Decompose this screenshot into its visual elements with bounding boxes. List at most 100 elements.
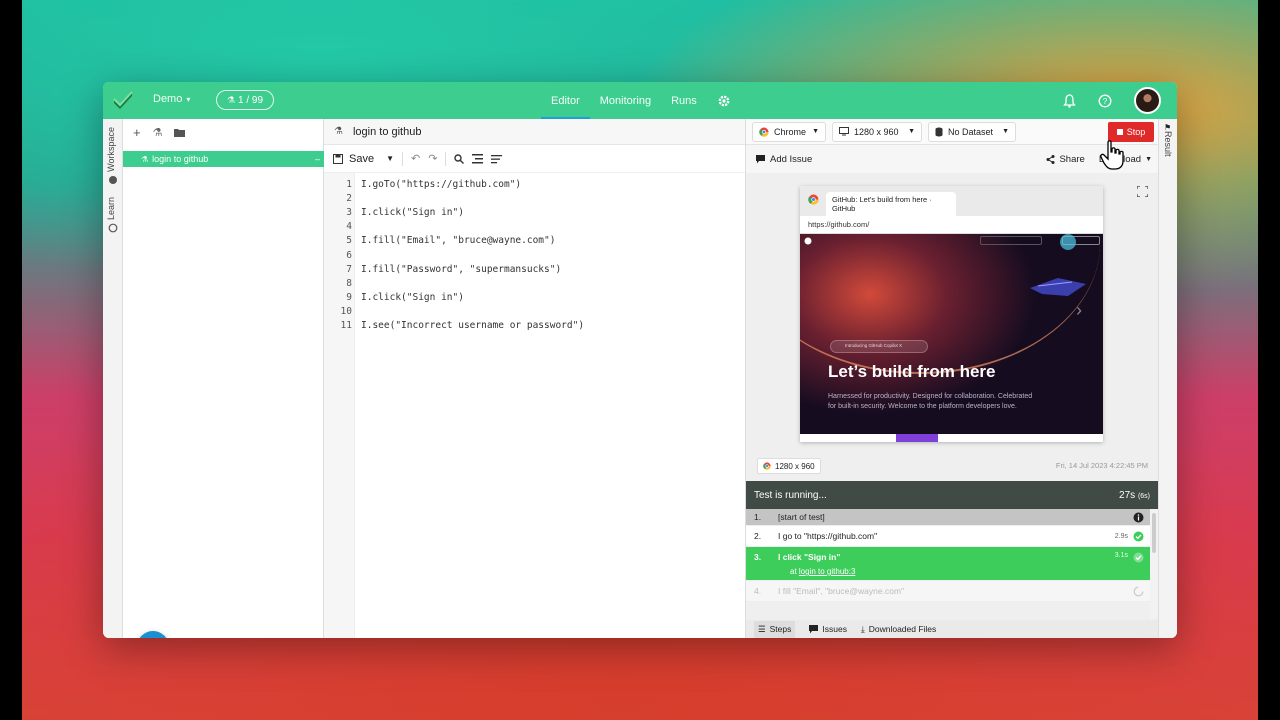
- add-issue-button[interactable]: Add Issue: [756, 154, 812, 165]
- preview-viewport: Introducing GitHub Copilot X Let’s build…: [800, 234, 1103, 442]
- rail-workspace[interactable]: Workspace: [106, 127, 116, 172]
- check-circle-icon: [1133, 531, 1144, 542]
- chevron-down-icon: ▼: [812, 128, 819, 135]
- gear-icon[interactable]: [717, 94, 731, 108]
- line-number: 5: [346, 235, 352, 247]
- step-index: 3.: [754, 552, 762, 562]
- help-icon[interactable]: ?: [1098, 94, 1112, 108]
- flask-icon[interactable]: ⚗: [153, 126, 163, 139]
- item-menu-icon[interactable]: –: [315, 154, 320, 164]
- resolution-badge: 1280 x 960: [757, 458, 821, 474]
- tests-count: 1 / 99: [238, 94, 264, 106]
- search-icon[interactable]: [454, 153, 465, 164]
- bell-icon[interactable]: [1063, 93, 1076, 108]
- code-text: I.see("Incorrect username or password"): [361, 320, 585, 331]
- elapsed-value: 27s: [1119, 489, 1136, 501]
- save-button[interactable]: Save ▼: [333, 153, 394, 165]
- code-line[interactable]: 2: [324, 193, 745, 207]
- step-row-active[interactable]: 3. I click "Sign in" 3.1s at login to gi…: [746, 547, 1150, 581]
- chevron-right-icon: ›: [1076, 300, 1082, 320]
- code-line[interactable]: 11 I.see("Incorrect username or password"…: [324, 320, 745, 334]
- check-circle-icon: [1133, 552, 1144, 563]
- browser-preview[interactable]: GitHub: Let's build from here · GitHub h…: [800, 186, 1103, 442]
- code-line[interactable]: 4: [324, 221, 745, 235]
- copilot-announcement: Introducing GitHub Copilot X: [830, 340, 928, 353]
- editor-toolbar: Save ▼ ↶ ↷: [324, 145, 745, 173]
- result-rail: ⚑ Result: [1158, 119, 1177, 638]
- code-line[interactable]: 7 I.fill("Password", "supermansucks"): [324, 264, 745, 278]
- step-text: [start of test]: [778, 512, 825, 522]
- tab-issues[interactable]: Issues: [809, 624, 847, 634]
- tests-count-pill[interactable]: ⚗ 1 / 99: [216, 90, 274, 110]
- avatar[interactable]: [1134, 87, 1161, 114]
- steps-scrollbar[interactable]: [1150, 509, 1158, 619]
- toolbar-divider: [445, 151, 447, 166]
- dataset-select[interactable]: No Dataset ▼: [928, 121, 1016, 142]
- share-label: Share: [1059, 153, 1085, 165]
- add-icon[interactable]: +: [133, 125, 141, 140]
- share-icon: [1046, 154, 1055, 164]
- tab-downloads-label: Downloaded Files: [868, 624, 937, 634]
- chevron-down-icon: ▼: [1145, 155, 1152, 163]
- resolution-value: 1280 x 960: [854, 126, 899, 137]
- tab-steps[interactable]: ☰ Steps: [754, 620, 796, 638]
- code-line[interactable]: 10: [324, 306, 745, 320]
- checkmark-logo-icon[interactable]: [112, 90, 134, 110]
- code-line[interactable]: 9 I.click("Sign in"): [324, 292, 745, 306]
- editor-title-bar: ⚗ login to github: [324, 119, 745, 145]
- step-row[interactable]: 1. [start of test]: [746, 509, 1150, 526]
- browser-name: Chrome: [774, 126, 807, 137]
- tab-monitoring[interactable]: Monitoring: [590, 82, 661, 119]
- svg-text:?: ?: [1103, 97, 1108, 106]
- code-line[interactable]: 5 I.fill("Email", "bruce@wayne.com"): [324, 235, 745, 249]
- code-area[interactable]: 1 I.goTo("https://github.com") 2 3 I.click("…: [324, 173, 745, 638]
- wrap-icon[interactable]: [491, 154, 503, 164]
- comment-icon: [756, 154, 765, 163]
- chevron-down-icon[interactable]: ▼: [386, 154, 394, 163]
- monitor-icon: [839, 127, 849, 136]
- add-issue-label: Add Issue: [770, 153, 813, 165]
- tab-editor[interactable]: Editor: [541, 82, 590, 119]
- code-line[interactable]: 8: [324, 278, 745, 292]
- resolution-select[interactable]: 1280 x 960 ▼: [832, 121, 922, 142]
- stop-button[interactable]: Stop: [1108, 122, 1154, 142]
- step-row[interactable]: 2. I go to "https://github.com" 2.9s: [746, 526, 1150, 547]
- code-text: I.goTo("https://github.com"): [361, 179, 522, 190]
- runner-bottom-tabs: ☰ Steps Issues ⤓ Downloaded Files: [746, 620, 1158, 638]
- chat-support-button[interactable]: [137, 631, 169, 638]
- code-line[interactable]: 3 I.click("Sign in"): [324, 207, 745, 221]
- tab-runs[interactable]: Runs: [661, 82, 707, 119]
- browser-select[interactable]: Chrome ▼: [752, 121, 826, 142]
- chevron-down-icon: ▼: [1002, 128, 1009, 135]
- fullscreen-icon[interactable]: [1137, 186, 1148, 197]
- steps-list: 1. [start of test] 2. I go to "https://g…: [746, 509, 1150, 602]
- scroll-thumb[interactable]: [1152, 513, 1156, 553]
- code-line[interactable]: 6: [324, 250, 745, 264]
- code-line[interactable]: 1 I.goTo("https://github.com"): [324, 179, 745, 193]
- rail-learn[interactable]: Learn: [106, 197, 116, 220]
- folder-icon[interactable]: [174, 128, 186, 137]
- comment-icon: [809, 624, 819, 633]
- save-icon: [333, 153, 343, 164]
- indent-icon[interactable]: [472, 153, 484, 164]
- step-row[interactable]: 4. I fill "Email", "bruce@wayne.com": [746, 581, 1150, 602]
- step-location-link[interactable]: login to github:3: [799, 567, 856, 576]
- tab-issues-label: Issues: [822, 624, 847, 634]
- redo-icon[interactable]: ↷: [428, 152, 437, 165]
- planet-horizon: [800, 234, 1100, 374]
- project-selector[interactable]: Demo ▾: [153, 93, 190, 105]
- github-navbar: [800, 234, 1103, 250]
- elapsed-time: 27s (6s): [1119, 490, 1150, 501]
- list-item[interactable]: ⚗ login to github –: [123, 151, 324, 167]
- runner-actions: Add Issue Share Download ▼: [746, 145, 1158, 173]
- share-button[interactable]: Share: [1046, 153, 1085, 165]
- chrome-icon: [763, 462, 771, 470]
- step-text: I fill "Email", "bruce@wayne.com": [778, 586, 905, 596]
- github-email-bar: [800, 434, 1103, 442]
- info-icon[interactable]: [1133, 512, 1144, 523]
- undo-icon[interactable]: ↶: [411, 152, 420, 165]
- left-rail: Workspace Learn: [103, 119, 123, 638]
- rail-result[interactable]: Result: [1163, 131, 1173, 157]
- workspace-panel: + ⚗ ⚗ login to github –: [123, 119, 324, 638]
- tab-downloaded-files[interactable]: ⤓ Downloaded Files: [861, 624, 936, 635]
